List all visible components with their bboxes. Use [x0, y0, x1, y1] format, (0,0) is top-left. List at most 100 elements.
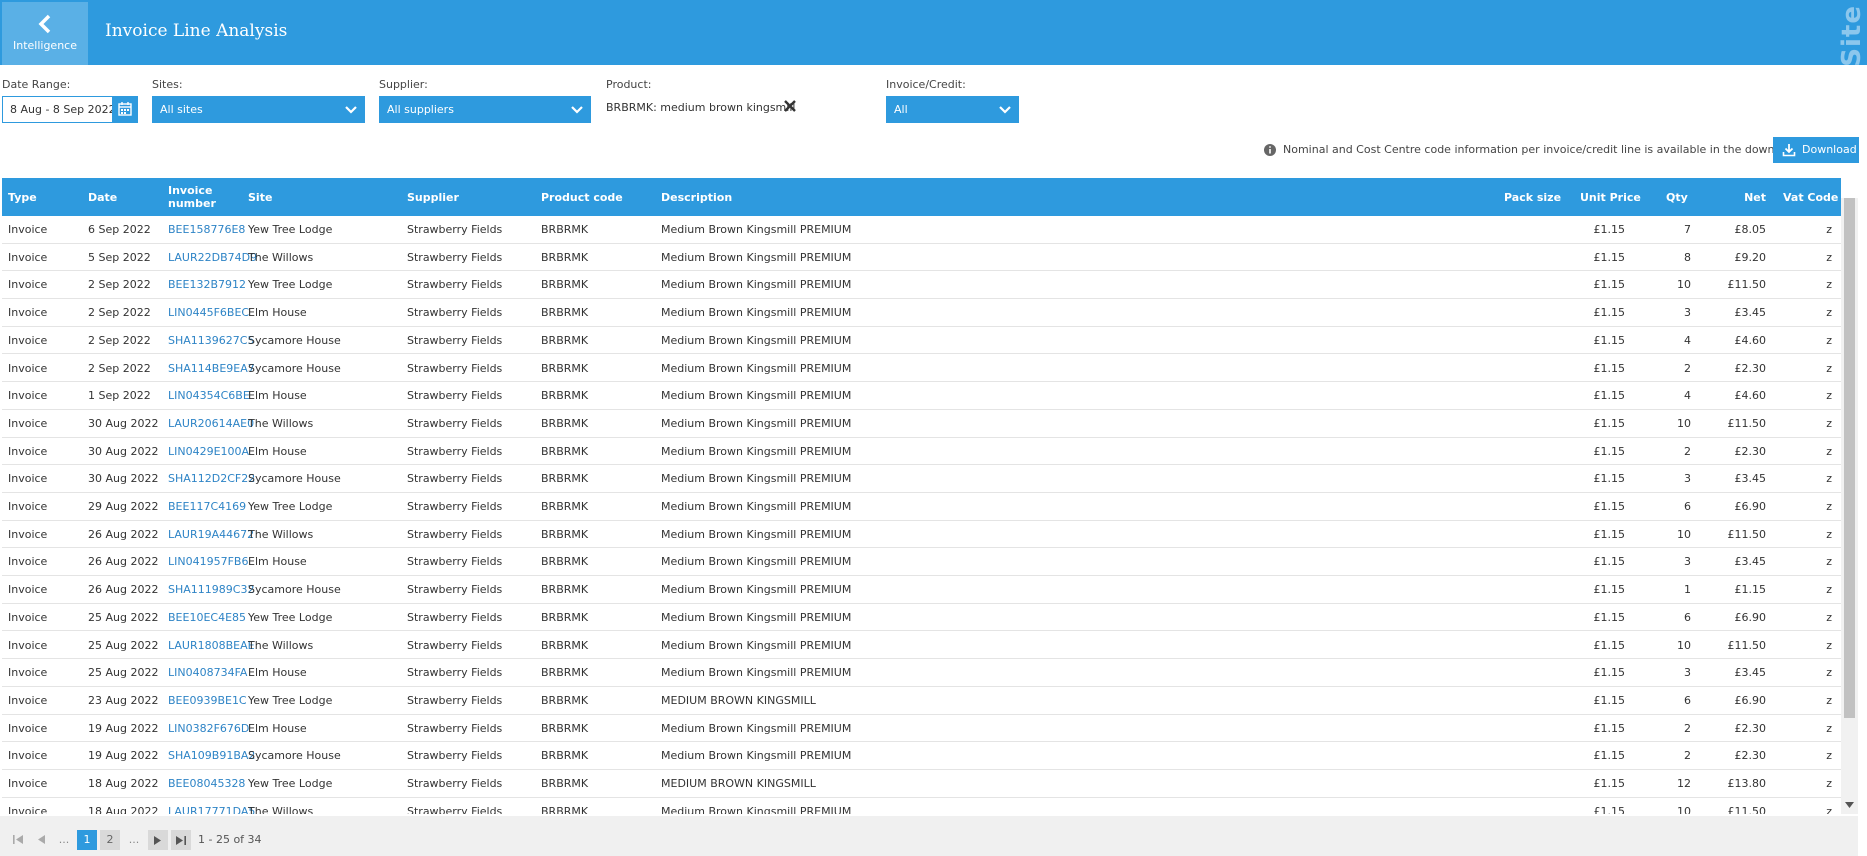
- col-date-header[interactable]: Date: [88, 178, 117, 216]
- cell-unit-price: £1.15: [1593, 555, 1626, 569]
- cell-invoice-number[interactable]: LIN04354C6BE: [168, 382, 250, 409]
- previous-page-button[interactable]: [32, 830, 50, 848]
- cell-qty: 2: [1684, 444, 1691, 458]
- cell-invoice-number[interactable]: SHA109B91BA2: [168, 742, 255, 769]
- table-row[interactable]: Invoice 6 Sep 2022 BEE158776E8 Yew Tree Lod…: [2, 216, 1841, 244]
- cell-date: 1 Sep 2022: [88, 389, 151, 403]
- cell-vat-code: z: [1826, 638, 1832, 652]
- col-type-header[interactable]: Type: [8, 178, 37, 216]
- cell-invoice-number[interactable]: SHA111989C32: [168, 576, 254, 603]
- table-row[interactable]: Invoice 26 Aug 2022 LAUR19A44672 The Willow…: [2, 521, 1841, 549]
- col-description-header[interactable]: Description: [661, 178, 732, 216]
- col-net-header[interactable]: Net: [1712, 178, 1766, 216]
- col-site-header[interactable]: Site: [248, 178, 272, 216]
- table-row[interactable]: Invoice 26 Aug 2022 SHA111989C32 Sycamore H…: [2, 576, 1841, 604]
- supplier-select[interactable]: All suppliers: [379, 96, 591, 123]
- date-range-input[interactable]: 8 Aug - 8 Sep 2022: [2, 96, 138, 123]
- col-supplier-header[interactable]: Supplier: [407, 178, 459, 216]
- table-row[interactable]: Invoice 5 Sep 2022 LAUR22DB74D9 The Willows…: [2, 244, 1841, 272]
- date-range-value: 8 Aug - 8 Sep 2022: [10, 103, 116, 116]
- cell-invoice-number[interactable]: LIN041957FB6: [168, 548, 248, 575]
- cell-invoice-number[interactable]: BEE10EC4E85: [168, 604, 246, 631]
- calendar-button[interactable]: [112, 96, 138, 123]
- cell-qty: 7: [1684, 223, 1691, 236]
- cell-supplier: Strawberry Fields: [407, 278, 503, 292]
- page-1-button[interactable]: 1: [77, 830, 97, 850]
- cell-invoice-number[interactable]: LAUR20614AE0: [168, 410, 254, 437]
- cell-product-code: BRBRMK: [541, 804, 589, 814]
- scrollbar-thumb[interactable]: [1844, 198, 1855, 718]
- pagination-ellipsis-after[interactable]: ...: [124, 830, 144, 850]
- cell-invoice-number[interactable]: LAUR17771DA5: [168, 798, 255, 814]
- cell-vat-code: z: [1826, 527, 1832, 541]
- cell-invoice-number[interactable]: BEE158776E8: [168, 216, 245, 243]
- table-row[interactable]: Invoice 30 Aug 2022 LIN0429E100A Elm House S…: [2, 438, 1841, 466]
- col-vat-code-header[interactable]: Vat Code: [1783, 178, 1838, 216]
- cell-description: Medium Brown Kingsmill PREMIUM: [661, 804, 852, 814]
- cell-invoice-number[interactable]: SHA112D2CF22: [168, 465, 255, 492]
- invoice-credit-select[interactable]: All: [886, 96, 1019, 123]
- cell-invoice-number[interactable]: LIN0382F676D: [168, 715, 249, 742]
- pagination-ellipsis-before[interactable]: ...: [54, 830, 74, 850]
- cell-vat-code: z: [1826, 666, 1832, 680]
- cell-invoice-number[interactable]: BEE08045328: [168, 770, 245, 797]
- cell-invoice-number[interactable]: LAUR19A44672: [168, 521, 254, 548]
- table-row[interactable]: Invoice 25 Aug 2022 LAUR1808BEAE The Willow…: [2, 632, 1841, 660]
- cell-invoice-number[interactable]: LAUR1808BEAE: [168, 632, 255, 659]
- cell-supplier: Strawberry Fields: [407, 416, 503, 430]
- cell-invoice-number[interactable]: BEE117C4169: [168, 493, 246, 520]
- first-page-button[interactable]: [9, 830, 27, 848]
- cell-qty: 3: [1684, 306, 1691, 320]
- table-row[interactable]: Invoice 19 Aug 2022 LIN0382F676D Elm House S…: [2, 715, 1841, 743]
- cell-product-code: BRBRMK: [541, 416, 589, 430]
- table-row[interactable]: Invoice 25 Aug 2022 LIN0408734FA Elm House S…: [2, 659, 1841, 687]
- col-product-code-header[interactable]: Product code: [541, 178, 623, 216]
- clear-product-icon[interactable]: [783, 99, 797, 113]
- next-page-button[interactable]: [148, 830, 168, 850]
- table-row[interactable]: Invoice 18 Aug 2022 BEE08045328 Yew Tree Lo…: [2, 770, 1841, 798]
- cell-invoice-number[interactable]: SHA1139627C5: [168, 327, 254, 354]
- table-row[interactable]: Invoice 30 Aug 2022 LAUR20614AE0 The Willow…: [2, 410, 1841, 438]
- table-scrollbar[interactable]: [1841, 198, 1858, 814]
- col-qty-header[interactable]: Qty: [1666, 178, 1688, 216]
- page-2-button[interactable]: 2: [100, 830, 120, 850]
- cell-invoice-number[interactable]: LAUR22DB74D9: [168, 244, 257, 271]
- table-row[interactable]: Invoice 26 Aug 2022 LIN041957FB6 Elm House S…: [2, 548, 1841, 577]
- table-row[interactable]: Invoice 2 Sep 2022 SHA114BE9EA7 Sycamore Ho…: [2, 355, 1841, 383]
- cell-invoice-number[interactable]: SHA114BE9EA7: [168, 355, 255, 382]
- last-page-button[interactable]: [171, 830, 191, 850]
- download-button[interactable]: Download: [1773, 137, 1859, 163]
- table-row[interactable]: Invoice 18 Aug 2022 LAUR17771DA5 The Willow…: [2, 798, 1841, 814]
- cell-unit-price: £1.15: [1593, 250, 1626, 264]
- table-row[interactable]: Invoice 19 Aug 2022 SHA109B91BA2 Sycamore H…: [2, 742, 1841, 770]
- col-invoice-number-header[interactable]: Invoice number: [168, 178, 216, 216]
- table-row[interactable]: Invoice 25 Aug 2022 BEE10EC4E85 Yew Tree Lo…: [2, 604, 1841, 632]
- cell-description: Medium Brown Kingsmill PREMIUM: [661, 278, 852, 292]
- table-row[interactable]: Invoice 2 Sep 2022 LIN0445F6BEC Elm House St…: [2, 299, 1841, 327]
- cell-description: Medium Brown Kingsmill PREMIUM: [661, 749, 852, 763]
- cell-product-code: BRBRMK: [541, 361, 589, 375]
- back-to-intelligence-button[interactable]: Intelligence: [2, 2, 88, 65]
- cell-description: Medium Brown Kingsmill PREMIUM: [661, 223, 852, 236]
- cell-invoice-number[interactable]: LIN0408734FA: [168, 659, 247, 686]
- scroll-down-arrow-icon[interactable]: [1845, 801, 1854, 809]
- col-pack-size-header[interactable]: Pack size: [1504, 178, 1561, 216]
- cell-vat-code: z: [1826, 610, 1832, 624]
- sites-select[interactable]: All sites: [152, 96, 365, 123]
- table-row[interactable]: Invoice 2 Sep 2022 BEE132B7912 Yew Tree Lod…: [2, 271, 1841, 300]
- col-unit-price-header[interactable]: Unit Price: [1580, 178, 1641, 216]
- table-row[interactable]: Invoice 2 Sep 2022 SHA1139627C5 Sycamore Ho…: [2, 327, 1841, 355]
- cell-qty: 10: [1677, 804, 1691, 814]
- cell-invoice-number[interactable]: LIN0445F6BEC: [168, 299, 249, 326]
- table-row[interactable]: Invoice 1 Sep 2022 LIN04354C6BE Elm House St…: [2, 382, 1841, 410]
- cell-type: Invoice: [8, 583, 48, 597]
- cell-invoice-number[interactable]: BEE0939BE1C: [168, 687, 247, 714]
- cell-qty: 10: [1677, 416, 1691, 430]
- table-row[interactable]: Invoice 23 Aug 2022 BEE0939BE1C Yew Tree Lo…: [2, 687, 1841, 715]
- table-row[interactable]: Invoice 29 Aug 2022 BEE117C4169 Yew Tree Lo…: [2, 493, 1841, 521]
- cell-invoice-number[interactable]: LIN0429E100A: [168, 438, 249, 465]
- table-row[interactable]: Invoice 30 Aug 2022 SHA112D2CF22 Sycamore H…: [2, 465, 1841, 493]
- cell-description: Medium Brown Kingsmill PREMIUM: [661, 389, 852, 403]
- cell-vat-code: z: [1826, 250, 1832, 264]
- cell-invoice-number[interactable]: BEE132B7912: [168, 271, 246, 298]
